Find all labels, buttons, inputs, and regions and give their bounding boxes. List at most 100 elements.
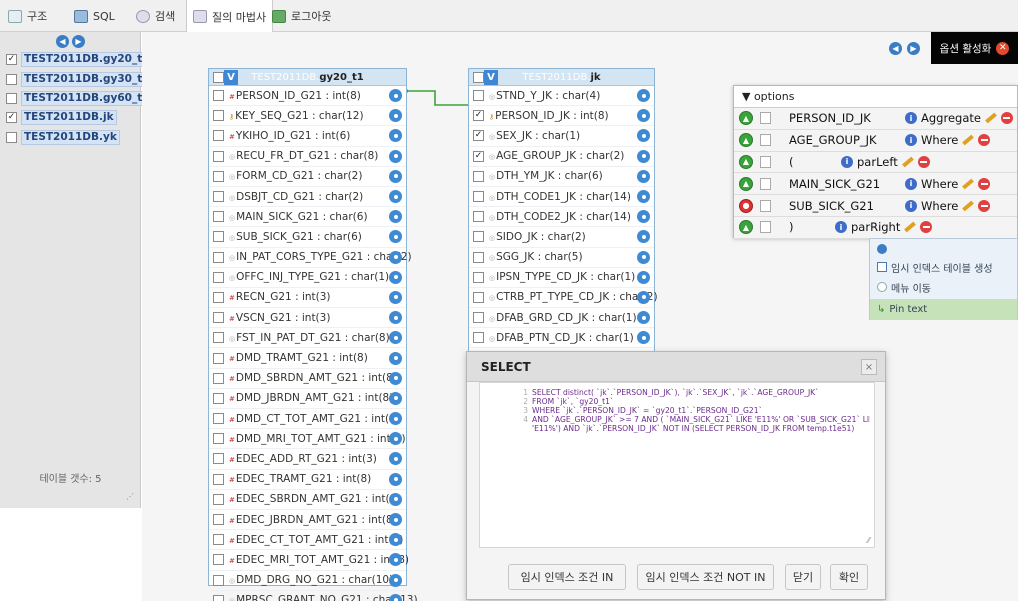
sidebar-checkbox-gy20[interactable]: ✓ [6,54,17,65]
column-settings-icon[interactable] [389,472,402,486]
sidebar-item-gy20[interactable]: ✓ TEST2011DB.gy20_t1 [6,52,153,67]
info-icon[interactable]: i [905,199,917,212]
info-icon[interactable]: i [905,112,917,125]
column-row[interactable]: ◎OFFC_INJ_TYPE_G21 : char(1) [209,268,406,288]
column-settings-icon[interactable] [637,89,650,103]
column-row[interactable]: ◎DFAB_GRD_CD_JK : char(1) [469,308,654,329]
column-settings-icon[interactable] [637,290,650,304]
sidebar-item-label[interactable]: TEST2011DB.jk [21,110,117,125]
column-row[interactable]: ◎CTRB_PT_TYPE_CD_JK : char(2) [469,288,658,309]
column-row[interactable]: ✓ ◎SEX_JK : char(1) [469,126,654,147]
table-header[interactable]: V TEST2011DB.gy20_t1 [209,69,406,86]
status-ok-icon[interactable]: ▲ [739,111,753,126]
option-row[interactable]: ▲ AGE_GROUP_JK i Where [734,129,1017,152]
column-row[interactable]: ⚷KEY_SEQ_G21 : char(12) [209,106,406,127]
confirm-button[interactable]: 확인 [830,564,868,590]
column-settings-icon[interactable] [389,190,402,204]
sidebar-item-label[interactable]: TEST2011DB.yk [21,130,120,145]
column-settings-icon[interactable] [389,371,402,385]
column-checkbox[interactable]: ✓ [473,150,484,162]
table-gy20-t1[interactable]: V TEST2011DB.gy20_t1 #PERSON_ID_G21 : in… [208,68,418,601]
column-checkbox[interactable] [213,554,224,566]
column-checkbox[interactable] [213,433,224,445]
column-checkbox[interactable] [473,90,484,102]
column-row[interactable]: ◎DSBJT_CD_G21 : char(2) [209,187,406,208]
column-checkbox[interactable] [213,332,224,344]
sidebar-checkbox-yk[interactable] [6,132,17,143]
column-row[interactable]: #EDEC_CT_TOT_AMT_G21 : int(8) [209,530,406,551]
column-settings-icon[interactable] [389,351,402,365]
column-row[interactable]: #YKIHO_ID_G21 : int(6) [209,126,406,147]
resize-grip-icon[interactable]: ⋰ [126,492,134,501]
column-checkbox[interactable] [213,291,224,303]
column-settings-icon[interactable] [389,573,402,587]
column-settings-icon[interactable] [389,169,402,183]
column-settings-icon[interactable] [389,492,402,506]
menu-item-move[interactable]: 메뉴 이동 [870,277,1017,297]
column-row[interactable]: ✓ ⚷PERSON_ID_JK : int(8) [469,106,654,127]
table-jk[interactable]: V TEST2011DB.jk ◎STND_Y_JK : char(4) ✓ ⚷PE… [468,68,658,369]
column-settings-icon[interactable] [389,129,402,143]
column-row[interactable]: #DMD_CT_TOT_AMT_G21 : int(8) [209,409,406,430]
column-row[interactable]: #DMD_TRAMT_G21 : int(8) [209,348,406,369]
options-title[interactable]: ▼ options [734,86,1017,108]
option-row[interactable]: ● SUB_SICK_G21 i Where [734,195,1017,217]
document-icon[interactable] [760,221,771,234]
prev-icon[interactable]: ◀ [889,42,902,55]
column-settings-icon[interactable] [389,311,402,325]
remove-icon[interactable] [978,199,991,212]
column-row[interactable]: ◎SGG_JK : char(5) [469,248,654,268]
column-settings-icon[interactable] [637,311,650,325]
column-settings-icon[interactable] [389,331,402,345]
remove-icon[interactable] [978,134,991,147]
column-settings-icon[interactable] [389,250,402,264]
column-checkbox[interactable] [473,170,484,182]
column-settings-icon[interactable] [389,230,402,244]
column-checkbox[interactable]: ✓ [473,110,484,122]
column-checkbox[interactable] [213,514,224,526]
column-settings-icon[interactable] [389,210,402,224]
tab-sql[interactable]: SQL [68,0,121,32]
column-row[interactable]: ✓ ◎AGE_GROUP_JK : char(2) [469,147,654,167]
info-icon[interactable]: i [905,177,917,190]
column-checkbox[interactable] [213,130,224,142]
column-settings-icon[interactable] [637,250,650,264]
next-icon[interactable]: ▶ [907,42,920,55]
column-row[interactable]: ◎DTH_YM_JK : char(6) [469,167,654,187]
column-settings-icon[interactable] [637,129,650,143]
option-activate-button[interactable]: 옵션 활성화 ✕ [931,32,1018,64]
option-row[interactable]: ▲) i parRight [734,216,1017,239]
column-row[interactable]: ◎FST_IN_PAT_DT_G21 : char(8) [209,328,406,349]
pencil-icon[interactable] [904,221,917,233]
column-checkbox[interactable] [213,473,224,485]
column-row[interactable]: #VSCN_G21 : int(3) [209,308,406,329]
prev-icon[interactable]: ◀ [56,35,69,48]
column-settings-icon[interactable] [389,270,402,284]
column-row[interactable]: #EDEC_JBRDN_AMT_G21 : int(8) [209,510,406,531]
remove-icon[interactable] [1000,112,1013,125]
document-icon[interactable] [760,112,771,125]
sidebar-item-gy30[interactable]: TEST2011DB.gy30_t1 [6,72,153,87]
close-dialog-button[interactable]: 닫기 [785,564,821,590]
column-row[interactable]: ◎RECU_FR_DT_G21 : char(8) [209,147,406,167]
column-checkbox[interactable] [213,594,224,601]
column-checkbox[interactable]: ✓ [473,130,484,142]
status-error-icon[interactable]: ● [739,198,753,213]
column-checkbox[interactable] [473,332,484,344]
sidebar-checkbox-gy30[interactable] [6,74,17,85]
dialog-header[interactable]: SELECT × [467,352,885,382]
close-button[interactable]: × [861,359,877,375]
column-settings-icon[interactable] [637,331,650,345]
option-row[interactable]: ▲ (i parLeft [734,151,1017,174]
temp-index-not-in-button[interactable]: 임시 인덱스 조건 NOT IN [637,564,774,590]
menu-item-pin-text[interactable]: ↳ Pin text [870,299,1017,320]
table-header[interactable]: V TEST2011DB.jk [469,69,654,86]
column-settings-icon[interactable] [637,169,650,183]
sidebar-item-label[interactable]: TEST2011DB.gy60_t1 [21,91,153,106]
menu-item-partial[interactable] [870,239,1017,259]
sidebar-checkbox-jk[interactable]: ✓ [6,112,17,123]
option-row[interactable]: ▲ MAIN_SICK_G21 i Where [734,173,1017,196]
column-settings-icon[interactable] [637,190,650,204]
column-checkbox[interactable] [213,170,224,182]
menu-item-create-temp-index[interactable]: 임시 인덱스 테이블 생성 [870,257,1017,277]
